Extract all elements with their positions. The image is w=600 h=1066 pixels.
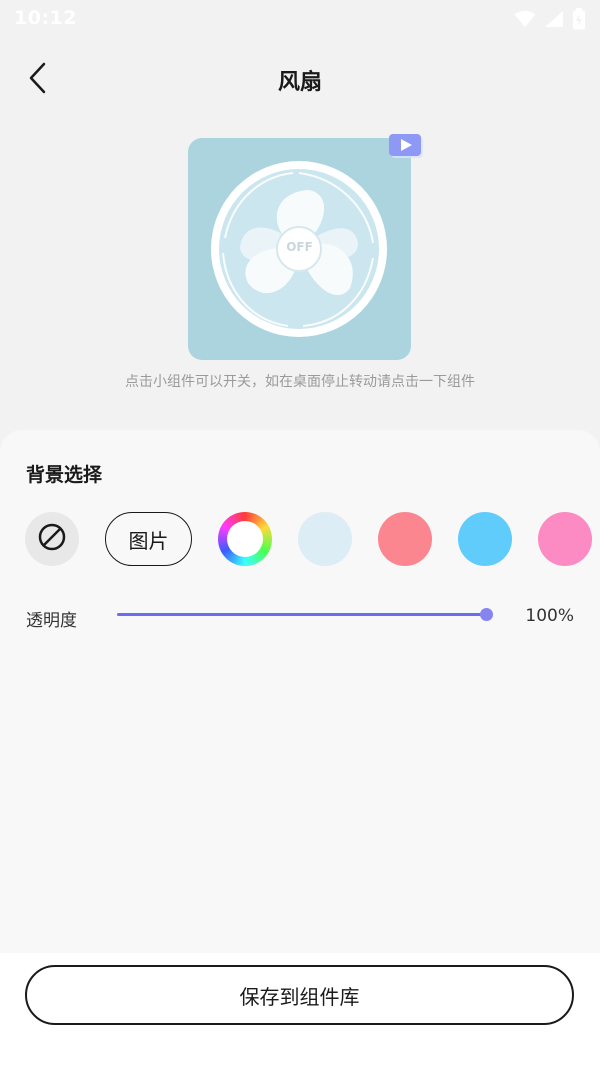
wifi-icon — [514, 10, 536, 32]
color-wheel-option[interactable] — [218, 512, 272, 566]
page-title: 风扇 — [277, 70, 322, 95]
no-background-option[interactable] — [25, 512, 79, 566]
color-swatch-red[interactable] — [378, 512, 432, 566]
color-swatch-pink[interactable] — [538, 512, 592, 566]
status-icons — [514, 8, 586, 34]
video-play-icon — [388, 134, 426, 165]
widget-preview[interactable]: OFF — [188, 138, 411, 360]
opacity-slider[interactable] — [117, 608, 493, 621]
opacity-slider-fill — [117, 613, 487, 616]
save-to-library-button[interactable]: 保存到组件库 — [25, 965, 574, 1025]
fan-state-label: OFF — [286, 240, 313, 254]
color-swatch-sky-blue[interactable] — [458, 512, 512, 566]
usage-hint: 点击小组件可以开关，如在桌面停止转动请点击一下组件 — [125, 374, 475, 390]
color-swatch-light-blue[interactable] — [298, 512, 352, 566]
signal-icon — [544, 10, 564, 32]
color-wheel-icon — [227, 521, 263, 557]
status-bar: 10:12 — [0, 0, 600, 40]
status-time: 10:12 — [14, 7, 77, 29]
header: 风扇 — [0, 50, 600, 108]
battery-icon — [572, 8, 586, 34]
opacity-label: 透明度 — [26, 611, 77, 631]
no-background-icon — [37, 522, 67, 556]
bottom-bar: 保存到组件库 — [0, 953, 600, 1066]
opacity-slider-thumb[interactable] — [480, 608, 493, 621]
background-select-title: 背景选择 — [26, 464, 103, 486]
opacity-value: 100% — [525, 606, 574, 626]
image-background-option[interactable]: 图片 — [105, 512, 192, 566]
video-badge[interactable] — [388, 131, 426, 161]
